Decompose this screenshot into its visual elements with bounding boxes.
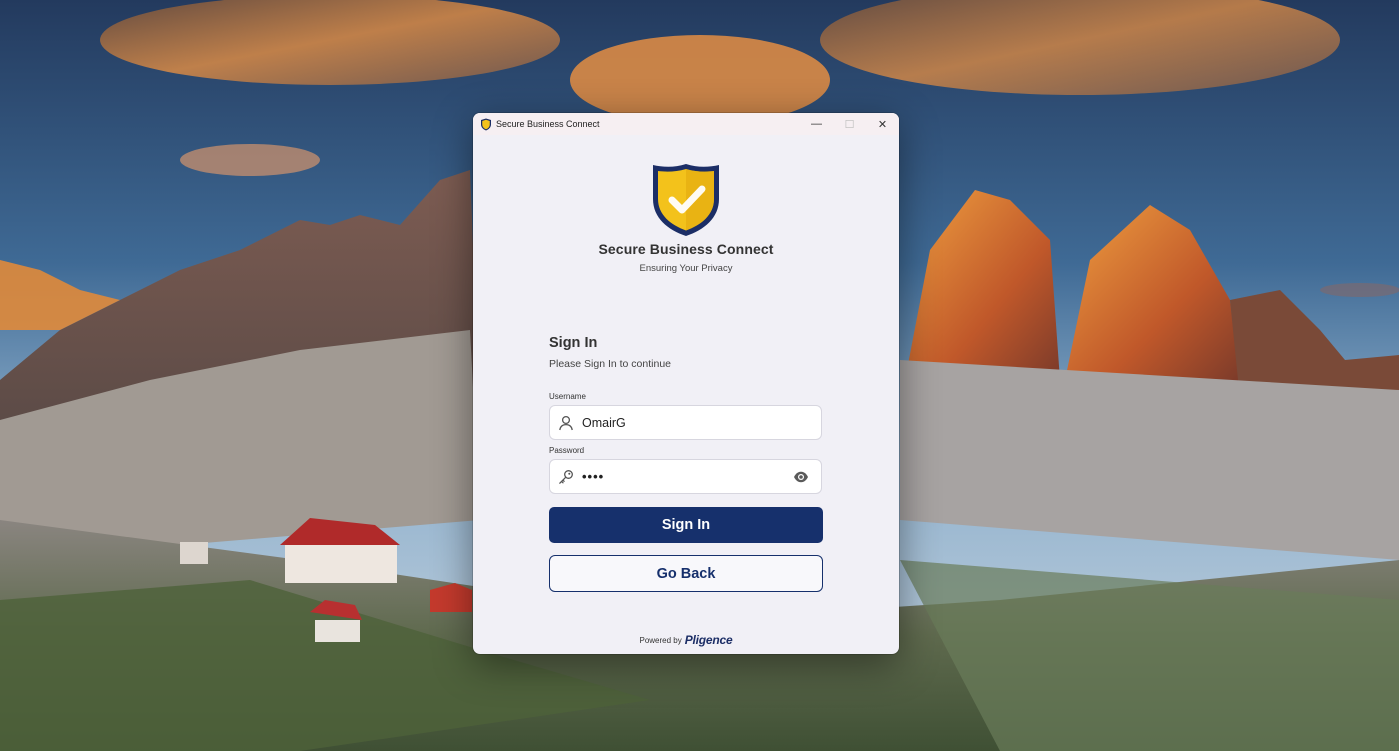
minimize-button[interactable]: — [800,113,833,135]
password-value[interactable]: •••• [582,469,782,484]
signin-subtitle: Please Sign In to continue [549,358,672,370]
app-name: Secure Business Connect [598,241,774,257]
username-label: Username [549,392,586,401]
eye-icon[interactable] [793,470,809,484]
shield-check-icon [653,164,719,236]
go-back-button[interactable]: Go Back [549,555,823,592]
signin-button[interactable]: Sign In [549,507,823,543]
powered-by-text: Powered by [639,635,682,645]
window-controls: — ☐ ✕ [800,113,899,135]
username-value[interactable]: OmairG [582,416,782,430]
shield-app-icon [481,118,491,130]
username-field[interactable]: OmairG [549,405,822,440]
signin-form: Sign In Please Sign In to continue Usern… [549,335,824,592]
maximize-button[interactable]: ☐ [833,113,866,135]
key-icon [559,469,573,484]
signin-heading: Sign In [549,335,598,351]
vendor-logo: Pligence [684,633,733,647]
app-window: Secure Business Connect — ☐ ✕ Secure Bus… [473,113,899,654]
user-icon [559,415,573,430]
powered-by-footer: Powered by Pligence [473,633,899,647]
brand-header: Secure Business Connect Ensuring Your Pr… [473,163,899,274]
password-field[interactable]: •••• [549,459,822,494]
close-button[interactable]: ✕ [866,113,899,135]
password-label: Password [549,446,585,455]
title-bar[interactable]: Secure Business Connect — ☐ ✕ [473,113,899,135]
window-title: Secure Business Connect [496,119,600,129]
app-tagline: Ensuring Your Privacy [639,263,733,274]
